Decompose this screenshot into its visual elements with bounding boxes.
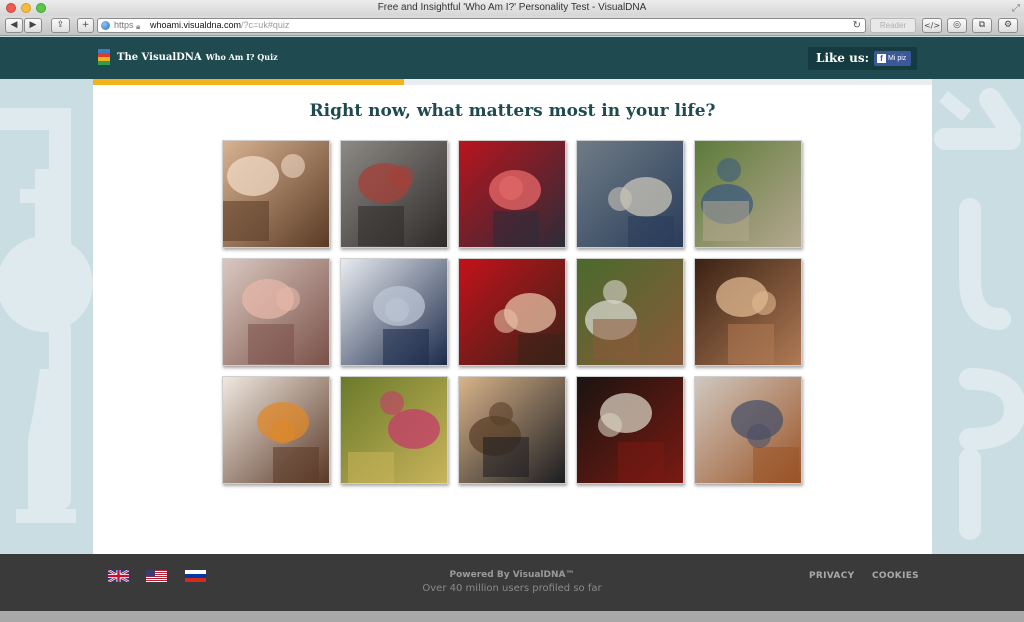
answer-tile-makeup-beauty[interactable] xyxy=(222,376,330,484)
answer-tile-crowd-poverty[interactable] xyxy=(340,140,448,248)
crowd-poverty-photo xyxy=(341,141,447,247)
guitar-music-photo xyxy=(577,377,683,483)
url-path: /?c=uk#quiz xyxy=(241,20,290,30)
reader-button[interactable]: Reader xyxy=(870,18,916,33)
url-host: whoami.visualdna.com xyxy=(150,20,242,30)
new-tab-button[interactable]: + xyxy=(77,18,94,33)
party-crowd-photo xyxy=(695,259,801,365)
answer-tile-love-couple[interactable] xyxy=(222,140,330,248)
close-window-icon[interactable] xyxy=(6,3,16,13)
quiz-question: Right now, what matters most in your lif… xyxy=(309,101,716,121)
answer-image-grid xyxy=(222,140,804,486)
answer-tile-party-crowd[interactable] xyxy=(694,258,802,366)
extension-1-button[interactable]: ◎ xyxy=(947,18,967,33)
makeup-beauty-photo xyxy=(223,377,329,483)
lock-icon: 🔒︎ xyxy=(136,22,141,31)
globe-icon xyxy=(101,21,110,30)
extension-2-button[interactable]: ⧉ xyxy=(972,18,992,33)
answer-tile-family-play[interactable] xyxy=(340,376,448,484)
site-header: The VisualDNA Who Am I? Quiz Like us: f Mi… xyxy=(0,37,1024,79)
answer-tile-library-study[interactable] xyxy=(576,140,684,248)
window-title: Free and Insightful 'Who Am I?' Personal… xyxy=(377,2,647,13)
answer-tile-business-meeting[interactable] xyxy=(458,376,566,484)
answer-tile-meditation[interactable] xyxy=(694,140,802,248)
back-button[interactable]: ◀ xyxy=(5,18,23,33)
facebook-like-label: Mi piz xyxy=(888,55,907,62)
extension-3-button[interactable]: ⚙ xyxy=(998,18,1018,33)
answer-tile-happy-woman[interactable] xyxy=(458,258,566,366)
minimize-window-icon[interactable] xyxy=(21,3,31,13)
visualdna-logo-icon xyxy=(98,49,110,65)
answer-tile-money-banknotes[interactable] xyxy=(222,258,330,366)
zoom-window-icon[interactable] xyxy=(36,3,46,13)
fullscreen-icon[interactable]: ⤢ xyxy=(1012,1,1020,17)
facebook-like-button[interactable]: f Mi piz xyxy=(874,51,911,66)
answer-tile-dog-pet[interactable] xyxy=(694,376,802,484)
health-blood-pressure-photo xyxy=(341,259,447,365)
brand-title[interactable]: The VisualDNA Who Am I? Quiz xyxy=(117,52,278,63)
browser-toolbar: ◀ ▶ ⇪ + https 🔒︎ whoami.visualdna.com/?c… xyxy=(0,16,1024,36)
quiz-progress-fill xyxy=(93,79,405,85)
users-count-text: Over 40 million users profiled so far xyxy=(422,583,602,594)
facebook-icon: f xyxy=(877,53,886,63)
brand-name: The VisualDNA xyxy=(117,52,202,63)
window-titlebar: Free and Insightful 'Who Am I?' Personal… xyxy=(0,0,1024,16)
love-couple-photo xyxy=(223,141,329,247)
url-scheme: https xyxy=(114,20,134,30)
address-bar[interactable]: https 🔒︎ whoami.visualdna.com/?c=uk#quiz… xyxy=(97,18,866,33)
share-button[interactable]: ⇪ xyxy=(51,18,70,33)
home-garden-patio-photo xyxy=(577,259,683,365)
quiz-panel: Right now, what matters most in your lif… xyxy=(93,79,932,554)
answer-tile-health-blood-pressure[interactable] xyxy=(340,258,448,366)
money-banknotes-photo xyxy=(223,259,329,365)
answer-tile-home-garden-patio[interactable] xyxy=(576,258,684,366)
privacy-link[interactable]: PRIVACY xyxy=(809,571,854,581)
like-us-box: Like us: f Mi piz xyxy=(808,47,917,70)
answer-tile-guitar-music[interactable] xyxy=(576,376,684,484)
browser-status-bar xyxy=(0,611,1024,622)
family-play-photo xyxy=(341,377,447,483)
web-inspector-button[interactable]: </> xyxy=(922,18,942,33)
dog-pet-photo xyxy=(695,377,801,483)
site-footer: Powered By VisualDNA™ Over 40 million us… xyxy=(0,554,1024,611)
powered-by-text: Powered By VisualDNA™ xyxy=(449,570,575,580)
library-study-photo xyxy=(577,141,683,247)
answer-tile-red-car-washing[interactable] xyxy=(458,140,566,248)
brand-subtitle: Who Am I? Quiz xyxy=(205,52,278,62)
meditation-photo xyxy=(695,141,801,247)
url-text: whoami.visualdna.com/?c=uk#quiz xyxy=(150,19,289,32)
reload-icon[interactable]: ↻ xyxy=(853,19,861,32)
red-car-washing-photo xyxy=(459,141,565,247)
cookies-link[interactable]: COOKIES xyxy=(872,571,919,581)
forward-button[interactable]: ▶ xyxy=(24,18,42,33)
like-us-label: Like us: xyxy=(816,51,870,65)
business-meeting-photo xyxy=(459,377,565,483)
quiz-progress-bar xyxy=(93,79,932,85)
happy-woman-photo xyxy=(459,259,565,365)
